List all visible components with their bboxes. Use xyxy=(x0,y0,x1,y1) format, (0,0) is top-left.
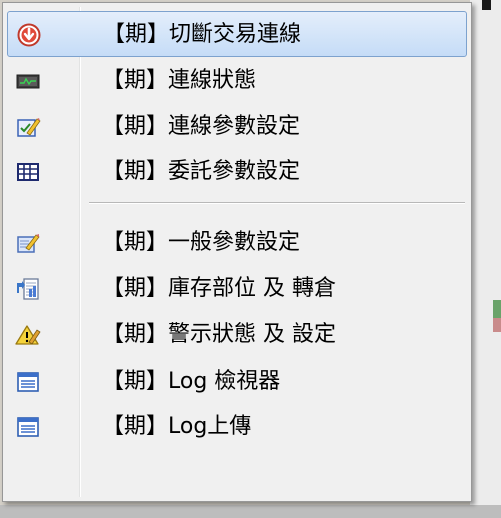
menu-item-label: 【期】Log上傳 xyxy=(102,414,252,439)
order-settings-grid-icon xyxy=(15,160,41,184)
connection-status-icon xyxy=(15,69,41,93)
general-settings-icon xyxy=(15,231,41,255)
menu-item-label: 【期】連線參數設定 xyxy=(102,114,301,139)
menu-item-disconnect-trading[interactable]: 【期】切斷交易連線 xyxy=(7,11,467,57)
menu-item-connection-status[interactable]: 【期】連線狀態 xyxy=(7,58,467,104)
menu-item-order-settings[interactable]: 【期】委託參數設定 xyxy=(7,149,467,195)
menu-item-log-viewer[interactable]: 【期】Log 檢視器 xyxy=(7,359,467,405)
menu-item-warning-settings[interactable]: 【期】警示狀態 及 設定 xyxy=(7,312,467,358)
menu-item-log-upload[interactable]: 【期】Log上傳 xyxy=(7,404,467,450)
menu-item-label: 【期】連線狀態 xyxy=(102,68,257,93)
warning-settings-icon xyxy=(15,323,41,347)
log-viewer-icon xyxy=(15,370,41,394)
menu-item-connection-settings[interactable]: 【期】連線參數設定 xyxy=(7,104,467,150)
menu-item-label: 【期】庫存部位 及 轉倉 xyxy=(102,276,336,301)
background-block xyxy=(493,300,501,318)
background-window xyxy=(470,0,501,518)
menu-item-general-settings[interactable]: 【期】一般參數設定 xyxy=(7,220,467,266)
disconnect-icon xyxy=(16,23,42,47)
connection-settings-icon xyxy=(15,115,41,139)
menu-item-label: 【期】Log 檢視器 xyxy=(102,369,281,394)
menu-separator xyxy=(89,202,465,204)
menu-item-label: 【期】一般參數設定 xyxy=(102,230,301,255)
menu-item-label: 【期】警示狀態 及 設定 xyxy=(102,322,336,347)
background-strip xyxy=(0,505,501,518)
log-upload-icon xyxy=(15,415,41,439)
background-block xyxy=(482,0,491,10)
menu-item-label: 【期】切斷交易連線 xyxy=(103,22,302,47)
context-menu: 【期】切斷交易連線 【期】連線狀態 【期】連線參數設定 【期】委託參數設定 【期… xyxy=(2,2,472,502)
menu-item-label: 【期】委託參數設定 xyxy=(102,159,301,184)
menu-item-inventory-position[interactable]: 【期】庫存部位 及 轉倉 xyxy=(7,266,467,312)
inventory-position-icon xyxy=(15,277,41,301)
background-block xyxy=(493,318,501,332)
